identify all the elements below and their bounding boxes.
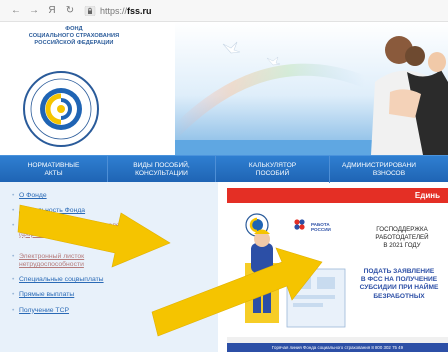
fss-logo[interactable]: [22, 70, 100, 148]
page: ← → Я ↻ https://fss.ru ФОНД СОЦИАЛЬНОГО …: [0, 0, 448, 352]
menu-item-label: ВИДЫ ПОСОБИЙ,: [133, 162, 190, 169]
site-header: ФОНД СОЦИАЛЬНОГО СТРАХОВАНИЯ РОССИЙСКОЙ …: [0, 22, 448, 155]
sidebar-item-direct-payments[interactable]: Прямые выплаты: [12, 291, 129, 299]
menu-item-label: КОНСУЛЬТАЦИИ: [135, 169, 188, 177]
menu-item-normative-acts[interactable]: НОРМАТИВНЫЕ АКТЫ: [0, 156, 108, 183]
menu-item-label: КАЛЬКУЛЯТОР: [248, 162, 297, 169]
yandex-button[interactable]: Я: [44, 5, 60, 16]
menu-item-label: ВЗНОСОВ: [372, 169, 406, 177]
banner-cta[interactable]: ПОДАТЬ ЗАЯВЛЕНИЕ В ФСС НА ПОЛУЧЕНИЕ СУБС…: [349, 268, 448, 301]
org-name-line1: ФОНД: [65, 26, 83, 32]
rabota-rossii-logo: РАБОТА РОССИИ: [311, 222, 331, 232]
menu-item-administration[interactable]: АДМИНИСТРИРОВАНИ ВЗНОСОВ: [330, 156, 448, 183]
org-name[interactable]: ФОНД СОЦИАЛЬНОГО СТРАХОВАНИЯ РОССИЙСКОЙ …: [4, 26, 144, 48]
menu-item-label: ПОСОБИЙ: [255, 169, 290, 177]
hero-image: [175, 22, 448, 155]
main-menu: НОРМАТИВНЫЕ АКТЫ ВИДЫ ПОСОБИЙ, КОНСУЛЬТА…: [0, 155, 448, 183]
lock-icon: [84, 5, 96, 16]
address-bar[interactable]: https://fss.ru: [100, 6, 152, 16]
menu-item-label: АДМИНИСТРИРОВАНИ: [342, 162, 416, 169]
menu-item-benefits[interactable]: ВИДЫ ПОСОБИЙ, КОНСУЛЬТАЦИИ: [108, 156, 216, 183]
url-host: fss.ru: [127, 5, 152, 16]
rabota-line: РОССИИ: [311, 227, 331, 233]
menu-item-label: НОРМАТИВНЫЕ: [27, 162, 80, 169]
banner-top-strip: Единь: [227, 188, 448, 203]
banner-title-line: РАБОТОДАТЕЛЕЙ: [375, 234, 429, 241]
sidebar-item-sublabel: (формы отчетности, бланки): [19, 230, 109, 238]
sidebar-item-about[interactable]: О Фонде: [12, 192, 129, 200]
sidebar-item-tsr[interactable]: Получение ТСР: [12, 307, 129, 315]
forward-button[interactable]: →: [26, 5, 42, 16]
banner-title-line: ГОСПОДДЕРЖКА: [376, 226, 428, 233]
back-button[interactable]: ←: [8, 5, 24, 16]
banner-footer: Горячая линия Фонда социального страхова…: [227, 337, 448, 352]
promo-banner[interactable]: Единь РАБОТА РОССИИ ГОСПОДДЕРЖКА РАБОТОД…: [227, 188, 448, 352]
sidebar: О Фонде Деятельность Фонда Информация дл…: [0, 182, 218, 352]
sidebar-item-special-payments[interactable]: Специальные соцвыплаты: [12, 276, 129, 284]
reload-button[interactable]: ↻: [62, 5, 78, 16]
banner-cta-line: ПОДАТЬ ЗАЯВЛЕНИЕ: [363, 268, 435, 275]
sidebar-item-activity[interactable]: Деятельность Фонда: [12, 207, 129, 215]
banner-title: ГОСПОДДЕРЖКА РАБОТОДАТЕЛЕЙ В 2021 ГОДУ: [355, 226, 448, 250]
banner-cta-line: БЕЗРАБОТНЫХ: [373, 292, 425, 300]
sidebar-list: О Фонде Деятельность Фонда Информация дл…: [12, 192, 129, 322]
sidebar-item-label: Электронный листок нетрудоспособности: [19, 252, 85, 269]
banner-title-line: В 2021 ГОДУ: [383, 242, 421, 249]
sidebar-item-label: Информация для работодателей: [19, 222, 124, 230]
hotline-band: Горячая линия Фонда социального страхова…: [227, 343, 448, 352]
sidebar-item-sick-leave[interactable]: Электронный листок нетрудоспособности: [12, 253, 129, 269]
sidebar-item-employers[interactable]: Информация для работодателей (формы отче…: [12, 222, 129, 238]
org-name-line3: РОССИЙСКОЙ ФЕДЕРАЦИИ: [34, 40, 114, 47]
menu-item-label: АКТЫ: [44, 169, 63, 177]
url-protocol: https://: [100, 5, 128, 16]
browser-toolbar: ← → Я ↻ https://fss.ru: [0, 0, 448, 22]
menu-item-calculator[interactable]: КАЛЬКУЛЯТОР ПОСОБИЙ: [216, 156, 330, 183]
banner-illustration: [245, 213, 346, 328]
banner-cta-line: СУБСИДИИ ПРИ НАЙМЕ: [359, 284, 439, 292]
